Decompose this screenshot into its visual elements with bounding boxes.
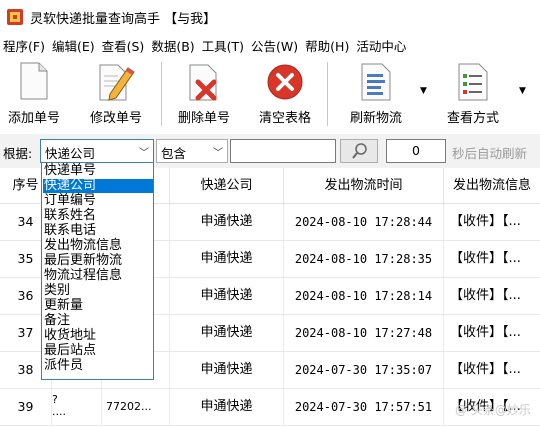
view-dropdown-arrow-icon[interactable]: ▼ [519, 86, 526, 96]
refresh-dropdown-arrow-icon[interactable]: ▼ [420, 86, 427, 96]
add-number-button[interactable]: 添加单号 [2, 62, 66, 128]
toolbar: 添加单号 修改单号 删除单号 清空表格 刷新物流 ▼ 查看方式 ▼ [0, 56, 540, 134]
clear-table-label: 清空表格 [258, 111, 311, 126]
cell-time: 2024-08-10 17:28:14 [284, 278, 444, 314]
dropdown-option-last-update[interactable]: 最后更新物流 [43, 254, 153, 268]
search-input[interactable] [230, 139, 336, 163]
search-icon [352, 143, 367, 159]
field-select-value: 快递公司 [45, 146, 96, 161]
dropdown-option-tracking-number[interactable]: 快递单号 [43, 164, 153, 178]
view-mode-button[interactable]: 查看方式 [440, 62, 506, 128]
menu-help[interactable]: 帮助(H) [302, 36, 353, 55]
cell-time: 2024-07-30 17:57:51 [284, 389, 444, 425]
cell-info: 【收件】【... [450, 362, 521, 377]
menu-activity-center[interactable]: 活动中心 [353, 36, 410, 55]
refresh-document-icon [361, 63, 391, 101]
menu-tools[interactable]: 工具(T) [199, 36, 248, 55]
header-info[interactable]: 发出物流信息 [444, 168, 540, 204]
search-button[interactable] [340, 139, 378, 163]
cell-time: 2024-08-10 17:28:44 [284, 204, 444, 240]
toolbar-separator [161, 62, 162, 126]
cell-col3: 77202... [102, 389, 170, 425]
match-select-value: 包含 [161, 146, 187, 161]
refresh-logistics-label: 刷新物流 [349, 111, 402, 126]
new-document-icon [20, 62, 48, 100]
dropdown-option-address[interactable]: 收货地址 [43, 329, 153, 343]
dropdown-option-category[interactable]: 类别 [43, 284, 153, 298]
cell-company: 申通快递 [170, 315, 284, 351]
menu-edit[interactable]: 编辑(E) [49, 36, 99, 55]
dropdown-option-remark[interactable]: 备注 [43, 314, 153, 328]
header-company[interactable]: 快递公司 [170, 168, 284, 204]
field-dropdown-list: 快递单号 快递公司 订单编号 联系姓名 联系电话 发出物流信息 最后更新物流 物… [41, 162, 154, 380]
dropdown-option-contact-name[interactable]: 联系姓名 [43, 209, 153, 223]
cell-info: 【收件】【... [450, 214, 521, 229]
delete-document-icon [189, 64, 217, 101]
chevron-down-icon: ﹀ [139, 148, 149, 159]
cell-info: 【收件】【... [450, 288, 521, 303]
cell-time: 2024-08-10 17:27:48 [284, 315, 444, 351]
cell-info: 【收件】【... [450, 325, 521, 340]
dropdown-option-last-station[interactable]: 最后站点 [43, 344, 153, 358]
menu-bar: 程序(F) 编辑(E) 查看(S) 数据(B) 工具(T) 公告(W) 帮助(H… [0, 34, 540, 56]
cell-company: 申通快递 [170, 389, 284, 425]
dropdown-option-contact-phone[interactable]: 联系电话 [43, 224, 153, 238]
cell-company: 申通快递 [170, 204, 284, 240]
view-mode-label: 查看方式 [446, 111, 499, 126]
auto-refresh-seconds-input[interactable]: 0 [386, 139, 446, 163]
cell-info: 【收件】【... [450, 251, 521, 266]
menu-announcement[interactable]: 公告(W) [248, 36, 302, 55]
filter-label: 根据: [3, 146, 33, 161]
add-number-label: 添加单号 [7, 111, 60, 126]
cell-time: 2024-07-30 17:35:07 [284, 352, 444, 388]
app-logo-icon [7, 9, 23, 25]
cell-company: 申通快递 [170, 278, 284, 314]
view-list-icon [458, 63, 488, 101]
menu-view[interactable]: 查看(S) [99, 36, 149, 55]
dropdown-option-sent-logistics-info[interactable]: 发出物流信息 [43, 239, 153, 253]
cell-company: 申通快递 [170, 241, 284, 277]
dropdown-option-courier[interactable]: 派件员 [43, 359, 153, 373]
header-time[interactable]: 发出物流时间 [284, 168, 444, 204]
edit-number-button[interactable]: 修改单号 [84, 62, 148, 128]
watermark: @ 头条@妙乐 [455, 403, 531, 417]
menu-program[interactable]: 程序(F) [0, 36, 49, 55]
dropdown-option-courier-company[interactable]: 快递公司 [43, 179, 153, 193]
edit-number-label: 修改单号 [89, 111, 142, 126]
chevron-down-icon: ﹀ [213, 148, 223, 159]
auto-refresh-label: 秒后自动刷新 [452, 146, 528, 161]
cell-company: 申通快递 [170, 352, 284, 388]
cell-seq: 39 [0, 389, 52, 425]
delete-number-label: 删除单号 [177, 111, 230, 126]
title-bar: 灵软快递批量查询高手 【与我】 [0, 0, 540, 34]
edit-pencil-icon [99, 64, 135, 101]
dropdown-option-process-info[interactable]: 物流过程信息 [43, 269, 153, 283]
cell-col2: ? .... .... [52, 389, 102, 425]
clear-x-circle-icon [267, 64, 303, 100]
menu-data[interactable]: 数据(B) [148, 36, 198, 55]
refresh-logistics-button[interactable]: 刷新物流 [340, 62, 412, 128]
field-select[interactable]: 快递公司 ﹀ [40, 139, 154, 163]
toolbar-separator [327, 62, 328, 126]
window-title: 灵软快递批量查询高手 【与我】 [30, 12, 217, 27]
dropdown-option-update-count[interactable]: 更新量 [43, 299, 153, 313]
match-select[interactable]: 包含 ﹀ [156, 139, 228, 163]
cell-time: 2024-08-10 17:28:35 [284, 241, 444, 277]
clear-table-button[interactable]: 清空表格 [253, 62, 317, 128]
delete-number-button[interactable]: 删除单号 [172, 62, 236, 128]
dropdown-option-order-number[interactable]: 订单编号 [43, 194, 153, 208]
